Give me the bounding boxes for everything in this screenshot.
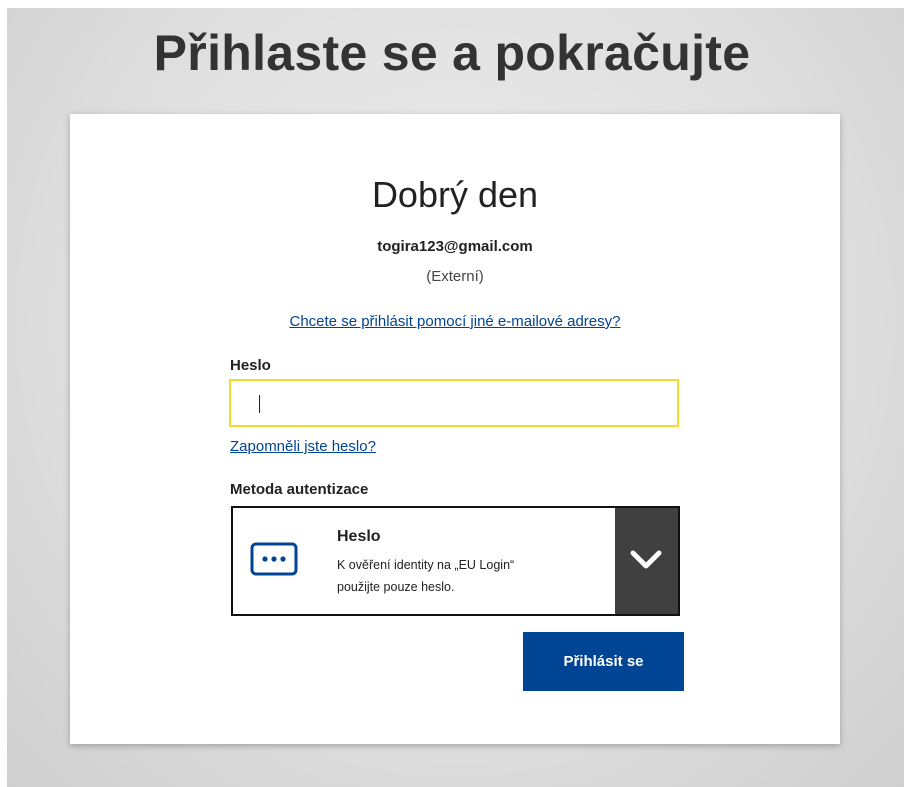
forgot-password-link[interactable]: Zapomněli jste heslo? — [230, 438, 376, 455]
switch-account-link[interactable]: Chcete se přihlásit pomocí jiné e-mailov… — [70, 313, 840, 330]
auth-method-title: Heslo — [337, 528, 381, 545]
password-dots-icon — [250, 542, 298, 576]
page-title: Přihlaste se a pokračujte — [153, 25, 751, 81]
account-type: (Externí) — [426, 268, 484, 285]
text-caret — [259, 395, 260, 413]
auth-method-dropdown-toggle[interactable] — [615, 508, 678, 614]
greeting-heading: Dobrý den — [371, 174, 539, 215]
login-button[interactable]: Přihlásit se — [523, 632, 684, 691]
auth-method-description: K ověření identity na „EU Login“ použijt… — [337, 554, 597, 598]
password-input[interactable] — [229, 379, 679, 427]
password-label: Heslo — [230, 357, 271, 374]
auth-method-label: Metoda autentizace — [230, 481, 369, 498]
login-card: Dobrý den togira123@gmail.com (Externí) … — [70, 114, 840, 744]
auth-method-description-line1: K ověření identity na „EU Login“ — [337, 558, 515, 572]
user-email: togira123@gmail.com — [377, 238, 533, 255]
auth-method-select[interactable]: Heslo K ověření identity na „EU Login“ p… — [231, 506, 680, 616]
auth-method-description-line2: použijte pouze heslo. — [337, 580, 455, 594]
chevron-down-icon — [630, 550, 662, 569]
